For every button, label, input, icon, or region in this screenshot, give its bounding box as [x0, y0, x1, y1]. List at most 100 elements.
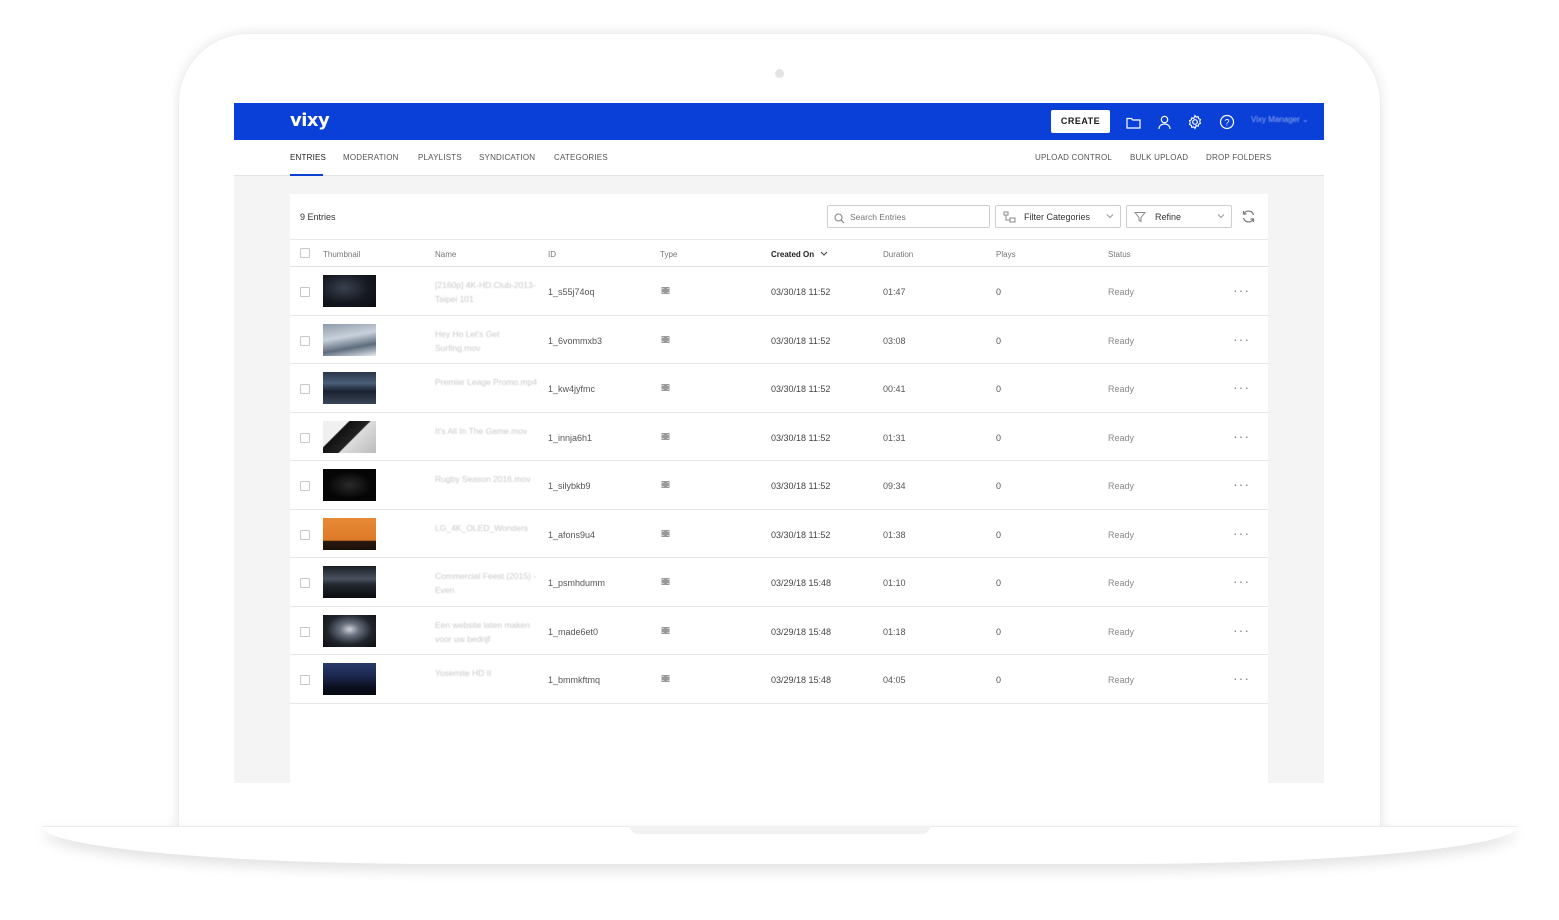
entry-created-on: 03/30/18 11:52 [771, 481, 831, 491]
more-icon[interactable]: ··· [1233, 282, 1250, 298]
entry-name[interactable]: Premier Leage Promo.mp4 [435, 375, 540, 389]
column-duration[interactable]: Duration [883, 250, 913, 259]
tab-categories[interactable]: CATEGORIES [554, 153, 608, 162]
more-icon[interactable]: ··· [1233, 670, 1250, 686]
row-checkbox[interactable] [300, 384, 310, 394]
entry-id: 1_psmhdumm [548, 578, 606, 588]
table-row[interactable]: Een website laten maken voor uw bedrijf … [290, 607, 1268, 655]
more-icon[interactable]: ··· [1233, 525, 1250, 541]
vixy-logo[interactable]: vixy [290, 110, 330, 131]
entry-id: 1_bmmkftmq [548, 675, 601, 685]
tab-upload-control[interactable]: UPLOAD CONTROL [1035, 153, 1112, 162]
refine-dropdown[interactable]: Refine [1126, 205, 1232, 228]
entry-duration: 01:47 [883, 287, 906, 297]
more-icon[interactable]: ··· [1233, 379, 1250, 395]
entry-status: Ready [1108, 335, 1135, 346]
row-checkbox[interactable] [300, 481, 310, 491]
create-button[interactable]: CREATE [1051, 110, 1110, 133]
tab-moderation[interactable]: MODERATION [343, 153, 399, 162]
funnel-icon [1133, 211, 1147, 225]
entry-name[interactable]: It's All In The Game.mov [435, 424, 540, 438]
column-id[interactable]: ID [548, 250, 556, 259]
entries-count: 9 Entries [300, 212, 336, 222]
video-thumbnail[interactable] [323, 517, 376, 550]
row-checkbox[interactable] [300, 578, 310, 588]
video-thumbnail[interactable] [323, 323, 376, 356]
entry-name[interactable]: Een website laten maken voor uw bedrijf [435, 618, 540, 646]
entry-name[interactable]: [2160p] 4K-HD.Club-2013-Taipei 101 [435, 278, 540, 306]
tab-drop-folders[interactable]: DROP FOLDERS [1206, 153, 1271, 162]
table-row[interactable]: Rugby Season 2016.mov 1_silybkb9 03/30/1… [290, 461, 1268, 510]
help-icon[interactable]: ? [1218, 113, 1236, 131]
user-icon[interactable] [1155, 113, 1173, 131]
entry-name[interactable]: Yosemite HD II [435, 666, 540, 680]
video-type-icon [661, 480, 670, 491]
video-type-icon [661, 286, 670, 297]
more-icon[interactable]: ··· [1233, 476, 1250, 492]
search-input[interactable] [850, 210, 985, 224]
tab-bulk-upload[interactable]: BULK UPLOAD [1130, 153, 1188, 162]
refresh-icon[interactable] [1241, 209, 1256, 229]
video-thumbnail[interactable] [323, 275, 376, 307]
tab-syndication[interactable]: SYNDICATION [479, 153, 535, 162]
column-type[interactable]: Type [660, 250, 677, 259]
video-type-icon [661, 335, 670, 346]
camera-dot [775, 69, 784, 78]
row-checkbox[interactable] [300, 287, 310, 297]
entry-plays: 0 [996, 287, 1002, 297]
more-icon[interactable]: ··· [1233, 331, 1250, 347]
entry-status: Ready [1108, 675, 1135, 685]
more-icon[interactable]: ··· [1233, 428, 1250, 444]
video-thumbnail[interactable] [323, 469, 376, 501]
video-thumbnail[interactable] [323, 372, 376, 404]
gear-icon[interactable] [1186, 113, 1204, 131]
column-plays[interactable]: Plays [996, 250, 1016, 259]
entry-status: Ready [1108, 287, 1135, 297]
entry-name[interactable]: Rugby Season 2016.mov [435, 472, 540, 486]
column-name[interactable]: Name [435, 250, 456, 259]
filter-categories-dropdown[interactable]: Filter Categories [995, 205, 1121, 228]
table-row[interactable]: Hey Ho Let's Get Surfing.mov 1_6vommxb3 … [290, 316, 1268, 364]
video-thumbnail[interactable] [323, 663, 376, 695]
row-checkbox[interactable] [300, 432, 310, 443]
entry-duration: 03:08 [883, 335, 906, 346]
select-all-checkbox[interactable] [300, 248, 310, 258]
entry-plays: 0 [996, 529, 1002, 540]
column-status[interactable]: Status [1108, 250, 1131, 259]
row-checkbox[interactable] [300, 626, 310, 637]
user-menu[interactable]: Vixy Manager ⌄ [1251, 115, 1309, 124]
table-row[interactable]: It's All In The Game.mov 1_innja6h1 03/3… [290, 413, 1268, 461]
folder-icon[interactable] [1124, 113, 1142, 131]
tab-entries[interactable]: ENTRIES [290, 153, 326, 162]
entry-name[interactable]: Hey Ho Let's Get Surfing.mov [435, 327, 540, 355]
video-thumbnail[interactable] [323, 420, 376, 453]
table-row[interactable]: LG_4K_OLED_Wonders 1_afons9u4 03/30/18 1… [290, 510, 1268, 558]
video-thumbnail[interactable] [323, 566, 376, 598]
search-box[interactable] [827, 205, 990, 228]
tab-playlists[interactable]: PLAYLISTS [418, 153, 462, 162]
entry-plays: 0 [996, 481, 1002, 491]
entry-id: 1_s55j74oq [548, 287, 595, 297]
table-header: Thumbnail Name ID Type Created On Durati… [290, 240, 1268, 267]
user-name: Vixy Manager [1251, 115, 1300, 124]
column-created-on[interactable]: Created On [771, 250, 828, 259]
row-checkbox[interactable] [300, 675, 310, 685]
more-icon[interactable]: ··· [1233, 573, 1250, 589]
table-row[interactable]: Commercial Feest (2015) - Even 1_psmhdum… [290, 558, 1268, 607]
table-row[interactable]: [2160p] 4K-HD.Club-2013-Taipei 101 1_s55… [290, 267, 1268, 316]
entry-created-on: 03/30/18 11:52 [771, 529, 831, 540]
video-type-icon [661, 432, 670, 443]
row-checkbox[interactable] [300, 529, 310, 540]
more-icon[interactable]: ··· [1233, 622, 1250, 638]
entry-status: Ready [1108, 432, 1135, 443]
app-screen: vixy CREATE ? Vixy Manager ⌄ ENTRIES MOD… [234, 103, 1324, 783]
row-checkbox[interactable] [300, 335, 310, 346]
entry-name[interactable]: LG_4K_OLED_Wonders [435, 521, 540, 535]
table-row[interactable]: Yosemite HD II 1_bmmkftmq 03/29/18 15:48… [290, 655, 1268, 704]
entry-status: Ready [1108, 481, 1135, 491]
entry-created-on: 03/29/18 15:48 [771, 578, 832, 588]
video-thumbnail[interactable] [323, 614, 376, 647]
table-row[interactable]: Premier Leage Promo.mp4 1_kw4jyfmc 03/30… [290, 364, 1268, 413]
entry-duration: 01:10 [883, 578, 906, 588]
entry-name[interactable]: Commercial Feest (2015) - Even [435, 569, 540, 597]
